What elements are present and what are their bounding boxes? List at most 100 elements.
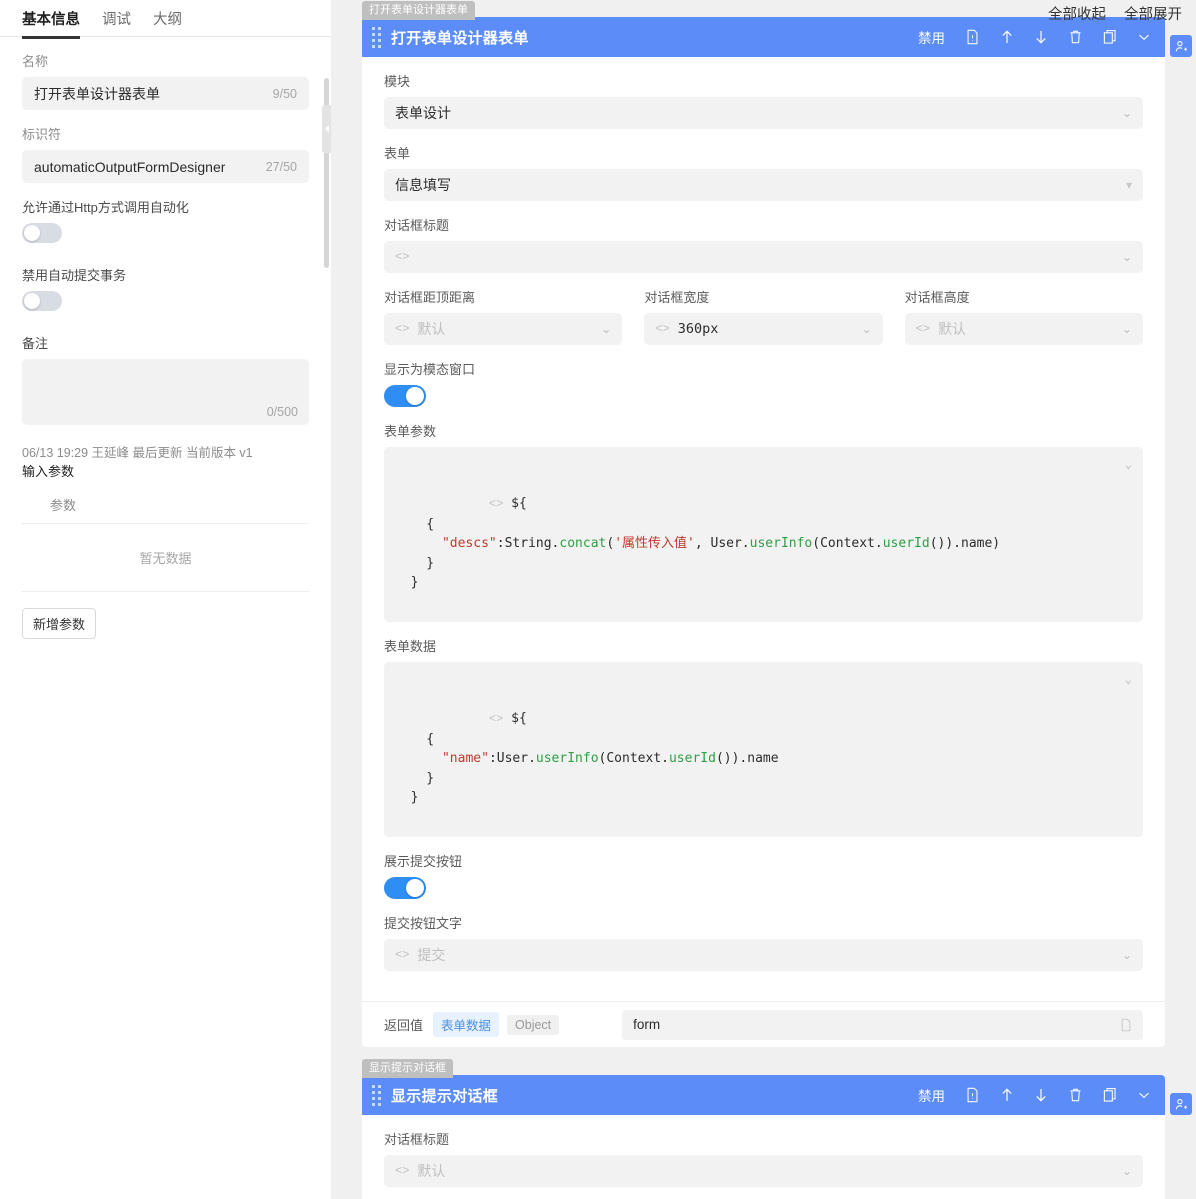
dialog-title-label: 对话框标题	[384, 215, 1143, 234]
expression-icon: <>	[489, 497, 503, 511]
arrow-down-icon[interactable]	[1034, 29, 1048, 45]
show-submit-label: 展示提交按钮	[384, 851, 1143, 870]
code-line-2: "descs":String.concat('属性传入值', User.user…	[395, 536, 1000, 551]
field-module: 模块 表单设计 ⌄	[384, 71, 1143, 129]
trash-icon[interactable]	[1068, 29, 1083, 45]
code-line-2: "name":User.userInfo(Context.userId()).n…	[395, 751, 779, 766]
arrow-down-icon[interactable]	[1034, 1087, 1048, 1103]
remark-textarea[interactable]: 0/500	[22, 359, 309, 425]
dialog-height-label: 对话框高度	[905, 287, 1143, 306]
code-line-4: }	[395, 575, 418, 590]
dialog-title-label: 对话框标题	[384, 1129, 1143, 1148]
expand-all-button[interactable]: 全部展开	[1124, 3, 1182, 24]
dialog-height-input[interactable]: <> 默认 ⌄	[905, 313, 1143, 345]
identifier-input[interactable]: automaticOutputFormDesigner 27/50	[22, 150, 309, 183]
chevron-down-icon[interactable]: ⌄	[1125, 455, 1132, 475]
param-table-empty: 暂无数据	[22, 524, 309, 592]
module-select[interactable]: 表单设计 ⌄	[384, 97, 1143, 129]
input-params-heading: 输入参数	[22, 463, 309, 481]
form-select[interactable]: 信息填写 ▾	[384, 169, 1143, 201]
code-line-4: }	[395, 790, 418, 805]
submit-text-input[interactable]: <> 提交 ⌄	[384, 939, 1143, 971]
node-card-open-form-designer: 打开表单设计器表单 打开表单设计器表单 禁用	[362, 17, 1165, 1047]
field-show-submit: 展示提交按钮	[384, 851, 1143, 899]
doc-icon[interactable]	[965, 29, 980, 45]
last-updated-meta: 06/13 19:29 王延峰 最后更新 当前版本 v1 输入参数	[22, 445, 309, 480]
tab-debug[interactable]: 调试	[102, 8, 131, 38]
http-invoke-toggle[interactable]	[22, 223, 62, 243]
name-label: 名称	[22, 51, 309, 70]
person-add-icon	[1175, 40, 1188, 53]
chevron-down-icon[interactable]	[1137, 30, 1151, 44]
drag-handle-icon[interactable]	[372, 27, 381, 48]
return-variable-value: form	[633, 1017, 660, 1032]
code-line-1: {	[395, 732, 434, 747]
name-input[interactable]: 打开表单设计器表单 9/50	[22, 77, 309, 110]
canvas-toolbar: 全部收起 全部展开	[1048, 3, 1182, 24]
field-submit-text: 提交按钮文字 <> 提交 ⌄	[384, 913, 1143, 971]
tab-outline[interactable]: 大纲	[153, 8, 182, 38]
expression-icon: <>	[655, 322, 669, 336]
last-updated-text: 06/13 19:29 王延峰 最后更新 当前版本 v1	[22, 446, 253, 460]
drag-handle-icon[interactable]	[372, 1085, 381, 1106]
sidebar-body: 名称 打开表单设计器表单 9/50 标识符 automaticOutputFor…	[0, 51, 331, 639]
form-data-label: 表单数据	[384, 636, 1143, 655]
copy-icon[interactable]	[1103, 29, 1117, 45]
show-submit-toggle[interactable]	[384, 877, 426, 899]
dialog-title-input[interactable]: <> ⌄	[384, 241, 1143, 273]
dialog-top-input[interactable]: <> 默认 ⌄	[384, 313, 622, 345]
tab-basic-info[interactable]: 基本信息	[22, 8, 80, 38]
node-tag: 打开表单设计器表单	[362, 1, 475, 20]
person-add-badge-button[interactable]	[1170, 35, 1192, 57]
modal-toggle[interactable]	[384, 385, 426, 407]
add-param-button[interactable]: 新增参数	[22, 608, 96, 639]
chevron-left-icon	[325, 125, 329, 133]
chevron-down-icon: ⌄	[1122, 948, 1132, 962]
arrow-up-icon[interactable]	[1000, 29, 1014, 45]
node-tag: 显示提示对话框	[362, 1059, 453, 1078]
toggle-knob	[24, 293, 40, 309]
form-data-editor[interactable]: ⌄ <> ${ { "name":User.userInfo(Context.u…	[384, 662, 1143, 837]
node-header[interactable]: 显示提示对话框 禁用	[362, 1075, 1165, 1115]
toggle-knob	[406, 879, 424, 897]
chevron-down-icon[interactable]: ⌄	[1125, 670, 1132, 690]
submit-text-value: 提交	[417, 945, 445, 965]
form-params-editor[interactable]: ⌄ <> ${ { "descs":String.concat('属性传入值',…	[384, 447, 1143, 622]
collapse-all-button[interactable]: 全部收起	[1048, 3, 1106, 24]
dialog-top-label: 对话框距顶距离	[384, 287, 622, 306]
sidebar-collapse-handle[interactable]	[322, 105, 331, 153]
disable-auto-commit-toggle[interactable]	[22, 291, 62, 311]
field-dialog-width: 对话框宽度 <> 360px ⌄	[644, 287, 882, 345]
person-add-badge-button[interactable]	[1170, 1093, 1192, 1115]
chevron-down-icon: ⌄	[1122, 106, 1132, 120]
disable-auto-commit-label: 禁用自动提交事务	[22, 265, 309, 284]
dialog-title-value: 默认	[417, 1161, 445, 1181]
dialog-width-input[interactable]: <> 360px ⌄	[644, 313, 882, 345]
identifier-label: 标识符	[22, 124, 309, 143]
arrow-up-icon[interactable]	[1000, 1087, 1014, 1103]
node-header[interactable]: 打开表单设计器表单 禁用	[362, 17, 1165, 57]
chevron-down-icon: ⌄	[862, 322, 872, 336]
form-label: 表单	[384, 143, 1143, 162]
disable-node-button[interactable]: 禁用	[918, 27, 945, 47]
return-variable-input[interactable]: form	[622, 1010, 1143, 1040]
copy-icon[interactable]	[1103, 1087, 1117, 1103]
doc-icon[interactable]	[1120, 1018, 1132, 1032]
dialog-title-input[interactable]: <> 默认 ⌄	[384, 1155, 1143, 1187]
chevron-down-icon[interactable]	[1137, 1088, 1151, 1102]
disable-node-button[interactable]: 禁用	[918, 1085, 945, 1105]
code-line-0: ${	[511, 711, 527, 726]
http-invoke-label: 允许通过Http方式调用自动化	[22, 197, 309, 216]
node-card-show-dialog: 显示提示对话框 显示提示对话框 禁用	[362, 1075, 1165, 1199]
return-value-chip[interactable]: 表单数据	[433, 1012, 499, 1037]
field-dialog-top: 对话框距顶距离 <> 默认 ⌄	[384, 287, 622, 345]
doc-icon[interactable]	[965, 1087, 980, 1103]
expression-icon: <>	[489, 712, 503, 726]
form-value: 信息填写	[395, 175, 451, 195]
remark-label: 备注	[22, 333, 309, 352]
trash-icon[interactable]	[1068, 1087, 1083, 1103]
expression-icon: <>	[395, 322, 409, 336]
node-body: 对话框标题 <> 默认 ⌄ 对话框距顶距离 <> 默认 ⌄	[362, 1115, 1165, 1199]
identifier-char-count: 27/50	[266, 160, 297, 174]
node-title: 打开表单设计器表单	[391, 27, 529, 48]
